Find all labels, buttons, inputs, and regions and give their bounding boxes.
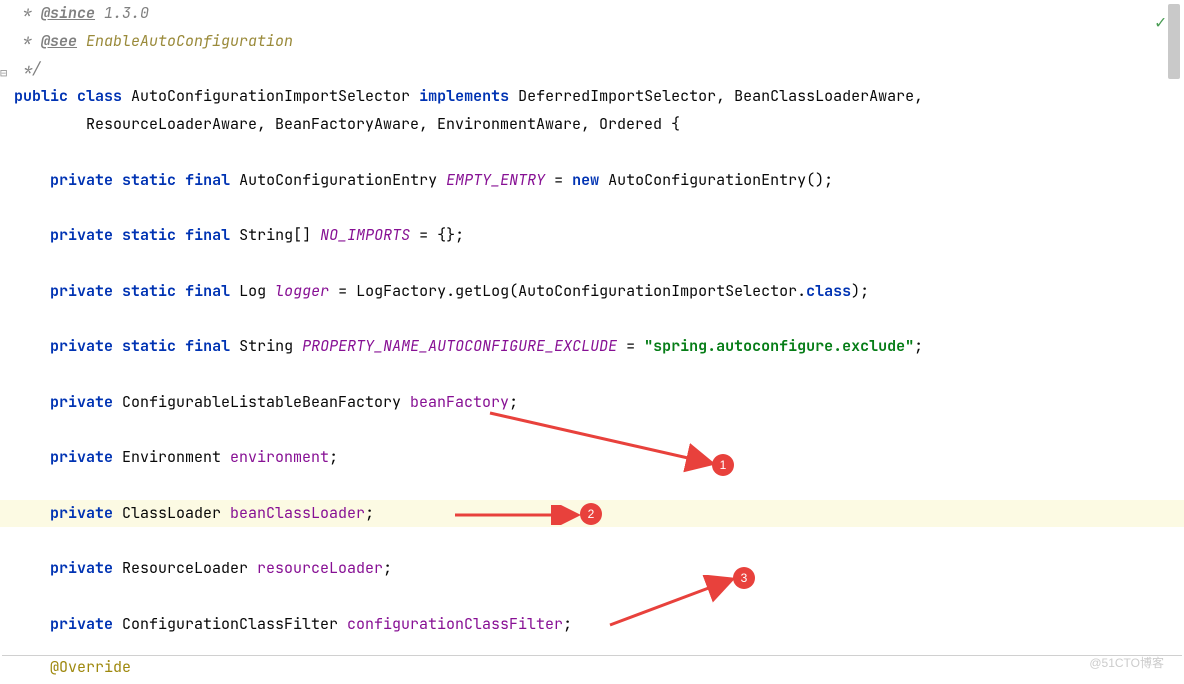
code-line[interactable]	[14, 638, 1184, 666]
code-line[interactable]: @Override	[14, 654, 131, 682]
code-line[interactable]: private ConfigurationClassFilter configu…	[14, 611, 1184, 639]
code-line[interactable]	[14, 472, 1184, 500]
code-line[interactable]: private static final String PROPERTY_NAM…	[14, 333, 1184, 361]
code-line[interactable]	[14, 361, 1184, 389]
code-line-highlighted[interactable]: private ClassLoader beanClassLoader;	[0, 500, 1184, 528]
code-line[interactable]	[14, 139, 1184, 167]
code-line[interactable]: private static final AutoConfigurationEn…	[14, 167, 1184, 195]
code-line[interactable]: * @since 1.3.0	[14, 0, 1184, 28]
code-line[interactable]: private ConfigurableListableBeanFactory …	[14, 389, 1184, 417]
code-line[interactable]	[14, 583, 1184, 611]
field-resource-loader: resourceLoader	[257, 558, 383, 578]
scrollbar-track[interactable]	[1168, 0, 1180, 684]
code-line[interactable]	[14, 416, 1184, 444]
scrollbar-thumb[interactable]	[1168, 4, 1180, 79]
field-environment: environment	[230, 447, 329, 467]
code-line[interactable]: */	[14, 56, 1184, 84]
code-line[interactable]: private Environment environment;	[14, 444, 1184, 472]
code-line[interactable]: private static final Log logger = LogFac…	[14, 278, 1184, 306]
code-line[interactable]: ResourceLoaderAware, BeanFactoryAware, E…	[14, 111, 1184, 139]
code-line[interactable]: private static final String[] NO_IMPORTS…	[14, 222, 1184, 250]
field-bean-factory: beanFactory	[410, 392, 509, 412]
override-annotation: @Override	[50, 657, 131, 677]
javadoc-since-tag: @since	[41, 3, 95, 23]
field-bean-class-loader: beanClassLoader	[230, 503, 365, 523]
code-line[interactable]: * @see EnableAutoConfiguration	[14, 28, 1184, 56]
watermark: @51CTO博客	[1089, 652, 1164, 674]
divider	[2, 655, 1182, 656]
code-line[interactable]: public class AutoConfigurationImportSele…	[14, 83, 1184, 111]
field-logger: logger	[275, 281, 329, 301]
field-prop-exclude: PROPERTY_NAME_AUTOCONFIGURE_EXCLUDE	[302, 336, 617, 356]
code-line[interactable]	[14, 305, 1184, 333]
fold-icon[interactable]: ⊟	[0, 62, 7, 84]
inspection-ok-icon[interactable]: ✓	[1155, 6, 1166, 39]
code-line[interactable]	[14, 194, 1184, 222]
javadoc-see-tag: @see	[41, 31, 77, 51]
code-editor[interactable]: ✓ * @since 1.3.0 * @see EnableAutoConfig…	[0, 0, 1184, 684]
code-line[interactable]	[14, 250, 1184, 278]
code-line[interactable]	[14, 527, 1184, 555]
field-config-class-filter: configurationClassFilter	[347, 614, 563, 634]
code-line[interactable]: private ResourceLoader resourceLoader;	[14, 555, 1184, 583]
javadoc-link[interactable]: EnableAutoConfiguration	[86, 31, 293, 51]
field-empty-entry: EMPTY_ENTRY	[446, 170, 545, 190]
field-no-imports: NO_IMPORTS	[320, 225, 410, 245]
